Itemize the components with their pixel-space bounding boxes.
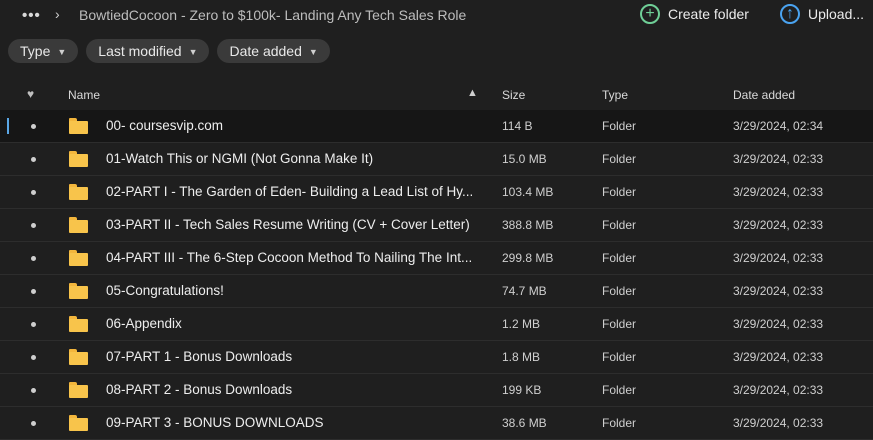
row-name[interactable]: 01-Watch This or NGMI (Not Gonna Make It… <box>106 151 373 166</box>
file-list: 00- coursesvip.com 114 B Folder 3/29/202… <box>0 110 873 440</box>
row-type: Folder <box>602 251 637 265</box>
table-row[interactable]: 04-PART III - The 6-Step Cocoon Method T… <box>0 242 873 275</box>
row-date-added: 3/29/2024, 02:33 <box>733 251 824 265</box>
column-header-size[interactable]: Size <box>502 88 525 102</box>
column-header-type[interactable]: Type <box>602 88 628 102</box>
chevron-down-icon: ▼ <box>188 47 198 57</box>
row-dot-icon <box>31 256 36 261</box>
row-type: Folder <box>602 185 637 199</box>
table-row[interactable]: 01-Watch This or NGMI (Not Gonna Make It… <box>0 143 873 176</box>
filter-last-modified-dropdown[interactable]: Last modified ▼ <box>86 39 210 63</box>
upload-arrow-icon: ↑ <box>780 4 800 24</box>
row-size: 103.4 MB <box>502 185 554 199</box>
row-name[interactable]: 09-PART 3 - BONUS DOWNLOADS <box>106 415 324 430</box>
folder-icon <box>69 217 88 233</box>
create-folder-button[interactable]: + Create folder <box>640 4 749 24</box>
table-row[interactable]: 08-PART 2 - Bonus Downloads 199 KB Folde… <box>0 374 873 407</box>
row-date-added: 3/29/2024, 02:34 <box>733 119 824 133</box>
row-name[interactable]: 03-PART II - Tech Sales Resume Writing (… <box>106 217 470 232</box>
row-date-added: 3/29/2024, 02:33 <box>733 317 824 331</box>
row-name[interactable]: 08-PART 2 - Bonus Downloads <box>106 382 292 397</box>
row-dot-icon <box>31 355 36 360</box>
row-size: 1.2 MB <box>502 317 541 331</box>
breadcrumb-separator-icon: › <box>55 6 60 22</box>
filter-bar: Type ▼ Last modified ▼ Date added ▼ <box>8 39 330 63</box>
row-size: 199 KB <box>502 383 542 397</box>
row-name[interactable]: 07-PART 1 - Bonus Downloads <box>106 349 292 364</box>
table-header: ♥ Name ▲ Size Type Date added <box>0 79 873 111</box>
row-date-added: 3/29/2024, 02:33 <box>733 185 824 199</box>
row-dot-icon <box>31 190 36 195</box>
filter-label: Last modified <box>98 43 182 59</box>
row-dot-icon <box>31 223 36 228</box>
row-type: Folder <box>602 383 637 397</box>
row-name[interactable]: 02-PART I - The Garden of Eden- Building… <box>106 184 473 199</box>
upload-label: Upload... <box>808 6 865 22</box>
folder-icon <box>69 283 88 299</box>
row-type: Folder <box>602 284 637 298</box>
upload-button[interactable]: ↑ Upload... <box>780 4 864 24</box>
folder-icon <box>69 184 88 200</box>
folder-icon <box>69 349 88 365</box>
chevron-down-icon: ▼ <box>57 47 67 57</box>
table-row[interactable]: 07-PART 1 - Bonus Downloads 1.8 MB Folde… <box>0 341 873 374</box>
table-row[interactable]: 02-PART I - The Garden of Eden- Building… <box>0 176 873 209</box>
row-type: Folder <box>602 119 637 133</box>
favorite-heart-icon[interactable]: ♥ <box>27 87 34 101</box>
row-dot-icon <box>31 157 36 162</box>
breadcrumb[interactable]: BowtiedCocoon - Zero to $100k- Landing A… <box>79 7 466 23</box>
more-options-icon[interactable]: ••• <box>22 7 41 24</box>
column-header-name[interactable]: Name <box>68 88 100 102</box>
column-header-date-added[interactable]: Date added <box>733 88 795 102</box>
folder-icon <box>69 118 88 134</box>
row-size: 74.7 MB <box>502 284 547 298</box>
row-date-added: 3/29/2024, 02:33 <box>733 383 824 397</box>
folder-icon <box>69 316 88 332</box>
row-type: Folder <box>602 416 637 430</box>
top-bar: ••• › BowtiedCocoon - Zero to $100k- Lan… <box>0 0 873 32</box>
chevron-down-icon: ▼ <box>308 47 318 57</box>
filter-date-added-dropdown[interactable]: Date added ▼ <box>217 39 330 63</box>
row-date-added: 3/29/2024, 02:33 <box>733 152 824 166</box>
row-size: 1.8 MB <box>502 350 541 364</box>
filter-type-dropdown[interactable]: Type ▼ <box>8 39 79 63</box>
row-date-added: 3/29/2024, 02:33 <box>733 218 824 232</box>
row-type: Folder <box>602 350 637 364</box>
row-date-added: 3/29/2024, 02:33 <box>733 416 824 430</box>
row-date-added: 3/29/2024, 02:33 <box>733 350 824 364</box>
row-dot-icon <box>31 124 36 129</box>
row-dot-icon <box>31 322 36 327</box>
table-row[interactable]: 09-PART 3 - BONUS DOWNLOADS 38.6 MB Fold… <box>0 407 873 440</box>
row-size: 15.0 MB <box>502 152 547 166</box>
row-type: Folder <box>602 317 637 331</box>
row-dot-icon <box>31 421 36 426</box>
folder-icon <box>69 382 88 398</box>
folder-icon <box>69 415 88 431</box>
row-name[interactable]: 06-Appendix <box>106 316 182 331</box>
row-type: Folder <box>602 152 637 166</box>
sort-ascending-icon[interactable]: ▲ <box>467 87 478 99</box>
row-name[interactable]: 04-PART III - The 6-Step Cocoon Method T… <box>106 250 472 265</box>
row-size: 388.8 MB <box>502 218 554 232</box>
filter-label: Date added <box>229 43 302 59</box>
plus-circle-icon: + <box>640 4 660 24</box>
create-folder-label: Create folder <box>668 6 749 22</box>
table-row[interactable]: 00- coursesvip.com 114 B Folder 3/29/202… <box>0 110 873 143</box>
row-dot-icon <box>31 388 36 393</box>
row-size: 299.8 MB <box>502 251 554 265</box>
table-row[interactable]: 05-Congratulations! 74.7 MB Folder 3/29/… <box>0 275 873 308</box>
folder-icon <box>69 151 88 167</box>
folder-icon <box>69 250 88 266</box>
row-name[interactable]: 05-Congratulations! <box>106 283 224 298</box>
row-size: 114 B <box>502 119 533 133</box>
row-type: Folder <box>602 218 637 232</box>
row-size: 38.6 MB <box>502 416 547 430</box>
row-name[interactable]: 00- coursesvip.com <box>106 118 223 133</box>
row-date-added: 3/29/2024, 02:33 <box>733 284 824 298</box>
filter-label: Type <box>20 43 51 59</box>
row-dot-icon <box>31 289 36 294</box>
table-row[interactable]: 03-PART II - Tech Sales Resume Writing (… <box>0 209 873 242</box>
table-row[interactable]: 06-Appendix 1.2 MB Folder 3/29/2024, 02:… <box>0 308 873 341</box>
